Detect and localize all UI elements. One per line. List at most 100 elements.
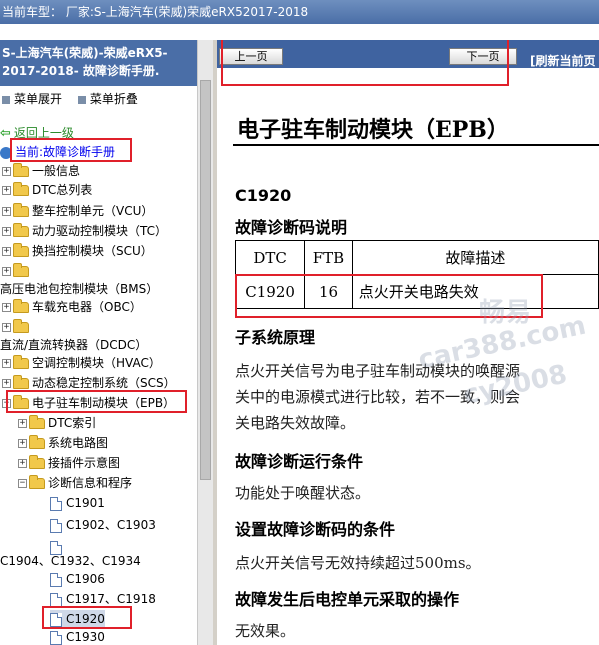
table-header: 故障描述 bbox=[351, 240, 599, 275]
run-conditions-heading: 故障诊断运行条件 bbox=[235, 452, 364, 471]
tree-item[interactable]: + 接插件示意图 bbox=[18, 454, 120, 472]
current-location-link[interactable]: 故障诊断手册 bbox=[43, 145, 115, 159]
expand-minus-icon: − bbox=[2, 398, 11, 408]
globe-icon bbox=[0, 146, 12, 159]
title-rule bbox=[233, 144, 599, 146]
square-icon bbox=[77, 95, 86, 104]
action-text: 无效果。 bbox=[235, 622, 296, 640]
sidebar-header: S-上海汽车(荣威)-荣威eRX5-2017-2018- 故障诊断手册. bbox=[0, 40, 197, 86]
document-icon bbox=[50, 612, 62, 627]
table-cell: C1920 bbox=[234, 274, 306, 309]
folder-icon bbox=[29, 455, 45, 469]
back-arrow-icon: ⇦ bbox=[0, 126, 11, 141]
tree-item[interactable]: + 动态稳定控制系统（SCS） bbox=[2, 374, 176, 392]
document-icon bbox=[50, 630, 62, 645]
table-row: C1920 16 点火开关电路失效 bbox=[234, 274, 599, 309]
folder-icon bbox=[29, 415, 45, 429]
table-header: FTB bbox=[304, 240, 353, 275]
table-cell: 点火开关电路失效 bbox=[351, 274, 599, 309]
set-conditions-text: 点火开关信号无效持续超过500ms。 bbox=[235, 554, 481, 572]
tree-item[interactable]: C1930 bbox=[50, 628, 105, 645]
tree-item[interactable]: 高压电池包控制模块（BMS） bbox=[0, 280, 158, 298]
tree-item[interactable]: + 系统电路图 bbox=[18, 434, 108, 452]
content-pane: 上一页 下一页 [刷新当前页 电子驻车制动模块（EPB） C1920 故障诊断码… bbox=[217, 40, 599, 645]
folder-icon bbox=[13, 182, 29, 196]
expand-plus-icon: + bbox=[18, 418, 27, 428]
document-icon bbox=[50, 572, 62, 587]
folder-icon bbox=[13, 375, 29, 389]
expand-plus-icon: + bbox=[2, 322, 11, 332]
expand-plus-icon: + bbox=[18, 438, 27, 448]
tree-item[interactable]: − 诊断信息和程序 bbox=[18, 474, 132, 492]
tree-item[interactable]: + 动力驱动控制模块（TC） bbox=[2, 222, 167, 240]
tree-item[interactable]: C1902、C1903 bbox=[50, 516, 156, 534]
document-title: 电子驻车制动模块（EPB） bbox=[237, 117, 509, 143]
expand-plus-icon: + bbox=[2, 266, 11, 276]
menu-controls: 菜单展开 菜单折叠 bbox=[0, 90, 138, 107]
expand-plus-icon: + bbox=[2, 302, 11, 312]
tree-item[interactable]: + DTC索引 bbox=[18, 414, 96, 432]
scrollbar-thumb[interactable] bbox=[200, 80, 211, 480]
tree-item[interactable]: + 一般信息 bbox=[2, 162, 80, 180]
tree-item[interactable]: C1901 bbox=[50, 494, 105, 512]
current-location: 当前:故障诊断手册 bbox=[0, 143, 115, 161]
folder-open-icon bbox=[29, 475, 45, 489]
expand-plus-icon: + bbox=[2, 226, 11, 236]
folder-icon bbox=[13, 319, 29, 333]
run-conditions-text: 功能处于唤醒状态。 bbox=[235, 484, 371, 502]
tree-item[interactable]: + bbox=[2, 318, 32, 336]
sidebar: S-上海汽车(荣威)-荣威eRX5-2017-2018- 故障诊断手册. 菜单展… bbox=[0, 40, 213, 645]
expand-plus-icon: + bbox=[18, 458, 27, 468]
document-icon bbox=[50, 496, 62, 511]
expand-minus-icon: − bbox=[18, 478, 27, 488]
dtc-table: DTC FTB 故障描述 C1920 16 点火开关电路失效 bbox=[234, 240, 599, 309]
dtc-desc-heading: 故障诊断码说明 bbox=[235, 218, 348, 237]
nav-toolbar: 上一页 下一页 [刷新当前页 bbox=[217, 40, 599, 68]
expand-plus-icon: + bbox=[2, 378, 11, 388]
tree-item[interactable]: 直流/直流转换器（DCDC） bbox=[0, 336, 147, 354]
window-title: 当前车型： 厂家:S-上海汽车(荣威)荣威eRX52017-2018 bbox=[0, 0, 599, 24]
menu-collapse-button[interactable]: 菜单折叠 bbox=[76, 90, 138, 107]
tree-item[interactable]: + 空调控制模块（HVAC） bbox=[2, 354, 161, 372]
set-conditions-heading: 设置故障诊断码的条件 bbox=[235, 520, 396, 539]
action-heading: 故障发生后电控单元采取的操作 bbox=[235, 590, 460, 609]
sidebar-scrollbar[interactable] bbox=[197, 40, 213, 645]
folder-icon bbox=[13, 263, 29, 277]
expand-plus-icon: + bbox=[2, 206, 11, 216]
document-icon bbox=[50, 592, 62, 607]
folder-icon bbox=[13, 203, 29, 217]
expand-plus-icon: + bbox=[2, 166, 11, 176]
principle-heading: 子系统原理 bbox=[235, 328, 316, 347]
tree-item[interactable]: C1904、C1932、C1934 bbox=[0, 552, 141, 570]
back-link[interactable]: ⇦ 返回上一级 bbox=[0, 124, 74, 142]
document-icon bbox=[50, 518, 62, 533]
refresh-page-link[interactable]: [刷新当前页 bbox=[530, 52, 596, 69]
table-header-row: DTC FTB 故障描述 bbox=[234, 240, 599, 275]
tree-item[interactable]: + bbox=[2, 262, 32, 280]
dtc-code-heading: C1920 bbox=[235, 186, 292, 205]
tree-item[interactable]: C1917、C1918 bbox=[50, 590, 156, 608]
tree-item[interactable]: + 车载充电器（OBC） bbox=[2, 298, 142, 316]
menu-expand-button[interactable]: 菜单展开 bbox=[0, 90, 62, 107]
folder-icon bbox=[13, 223, 29, 237]
folder-icon bbox=[13, 243, 29, 257]
folder-icon bbox=[13, 163, 29, 177]
tree-item-epb[interactable]: − 电子驻车制动模块（EPB） bbox=[2, 394, 175, 412]
tree-item-selected[interactable]: C1920 bbox=[50, 610, 105, 628]
table-cell: 16 bbox=[304, 274, 353, 309]
expand-plus-icon: + bbox=[2, 358, 11, 368]
next-page-button[interactable]: 下一页 bbox=[449, 48, 517, 65]
prev-page-button[interactable]: 上一页 bbox=[219, 48, 283, 65]
principle-line: 关电路失效故障。 bbox=[235, 414, 356, 432]
expand-plus-icon: + bbox=[2, 246, 11, 256]
table-header: DTC bbox=[234, 240, 306, 275]
square-icon bbox=[2, 95, 10, 104]
folder-icon bbox=[29, 435, 45, 449]
expand-plus-icon: + bbox=[2, 185, 11, 195]
tree-item[interactable]: + DTC总列表 bbox=[2, 181, 92, 199]
tree-item[interactable]: + 换挡控制模块（SCU） bbox=[2, 242, 153, 260]
tree-item[interactable]: + 整车控制单元（VCU） bbox=[2, 202, 153, 220]
folder-icon bbox=[13, 355, 29, 369]
folder-open-icon bbox=[13, 395, 29, 409]
tree-item[interactable]: C1906 bbox=[50, 570, 105, 588]
